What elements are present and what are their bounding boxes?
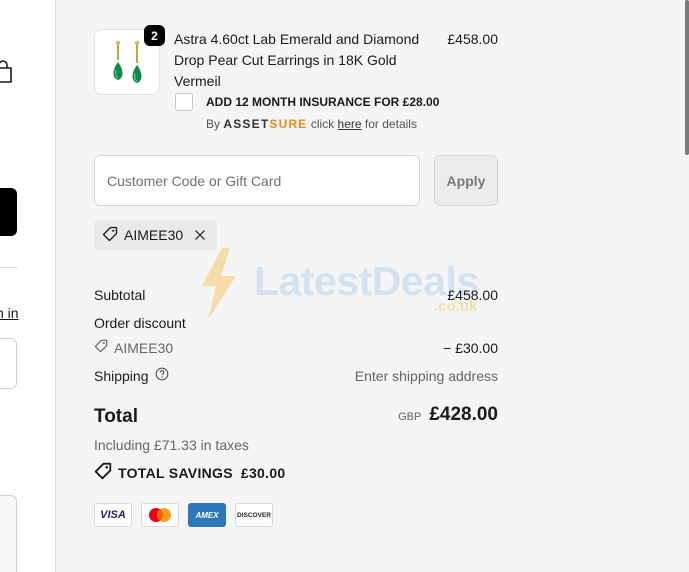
assetsure-logo: ASSETSURE xyxy=(223,117,308,131)
shipping-value: Enter shipping address xyxy=(354,367,498,384)
applied-code-label: AIMEE30 xyxy=(124,227,184,243)
shopping-bag-icon[interactable] xyxy=(0,60,14,84)
shipping-label: Shipping xyxy=(94,367,149,384)
left-column: n in xyxy=(0,0,56,572)
shipping-row: Shipping Enter shipping address xyxy=(94,367,498,384)
insurance-by: By xyxy=(206,117,221,131)
divider xyxy=(0,267,18,268)
insurance-details-link[interactable]: here xyxy=(338,117,362,131)
discount-code-row: AIMEE30 − £30.00 xyxy=(94,339,498,356)
remove-discount-close-icon[interactable] xyxy=(193,228,207,242)
amex-card-icon: AMEX xyxy=(188,503,226,527)
product-price: £458.00 xyxy=(447,31,498,47)
discount-code-name: AIMEE30 xyxy=(114,339,174,356)
payment-methods: VISA AMEX DISCOVER xyxy=(94,503,273,527)
insurance-checkbox[interactable] xyxy=(175,93,193,111)
taxes-text: Including £71.33 in taxes xyxy=(94,437,249,453)
quantity-badge: 2 xyxy=(144,25,165,46)
insurance-provider-text: By ASSETSURE click here for details xyxy=(206,117,417,131)
insurance-suffix: for details xyxy=(364,117,417,131)
sign-in-link-partial[interactable]: n in xyxy=(0,305,19,321)
checkout-button-partial[interactable] xyxy=(0,188,17,236)
product-title: Astra 4.60ct Lab Emerald and Diamond Dro… xyxy=(174,31,420,89)
email-field-partial[interactable] xyxy=(0,338,17,389)
mastercard-card-icon xyxy=(141,503,179,527)
insurance-click: click xyxy=(310,117,335,131)
savings-value: £30.00 xyxy=(240,464,286,481)
total-currency: GBP xyxy=(398,411,422,423)
discount-code-input[interactable] xyxy=(94,155,420,206)
order-discount-row: Order discount xyxy=(94,315,498,331)
tag-icon xyxy=(102,226,118,245)
scrollbar[interactable] xyxy=(683,0,689,572)
insurance-label: ADD 12 MONTH INSURANCE FOR £28.00 xyxy=(206,95,440,109)
order-discount-label: Order discount xyxy=(94,315,186,331)
discover-card-icon: DISCOVER xyxy=(235,503,273,527)
savings-tag-icon xyxy=(94,462,112,483)
lightning-bolt-icon xyxy=(202,248,236,320)
subtotal-label: Subtotal xyxy=(94,287,146,303)
total-amount: GBP £428.00 xyxy=(398,404,498,426)
latestdeals-watermark: LatestDeals .co.uk xyxy=(196,246,496,322)
total-value: £428.00 xyxy=(429,404,498,425)
total-savings: TOTAL SAVINGS £30.00 xyxy=(94,462,286,483)
discount-value: − £30.00 xyxy=(443,339,498,356)
visa-card-icon: VISA xyxy=(94,503,132,527)
scrollbar-thumb[interactable] xyxy=(685,0,689,155)
shipping-label-group: Shipping xyxy=(94,367,169,384)
subtotal-row: Subtotal £458.00 xyxy=(94,287,498,303)
discount-code-line: AIMEE30 xyxy=(94,339,173,356)
savings-label: TOTAL SAVINGS xyxy=(118,464,233,481)
tag-icon xyxy=(94,339,108,356)
form-section-partial xyxy=(0,495,17,572)
help-circle-icon[interactable] xyxy=(155,367,169,384)
subtotal-value: £458.00 xyxy=(447,287,498,303)
apply-button[interactable]: Apply xyxy=(434,155,498,206)
total-label: Total xyxy=(94,406,138,427)
